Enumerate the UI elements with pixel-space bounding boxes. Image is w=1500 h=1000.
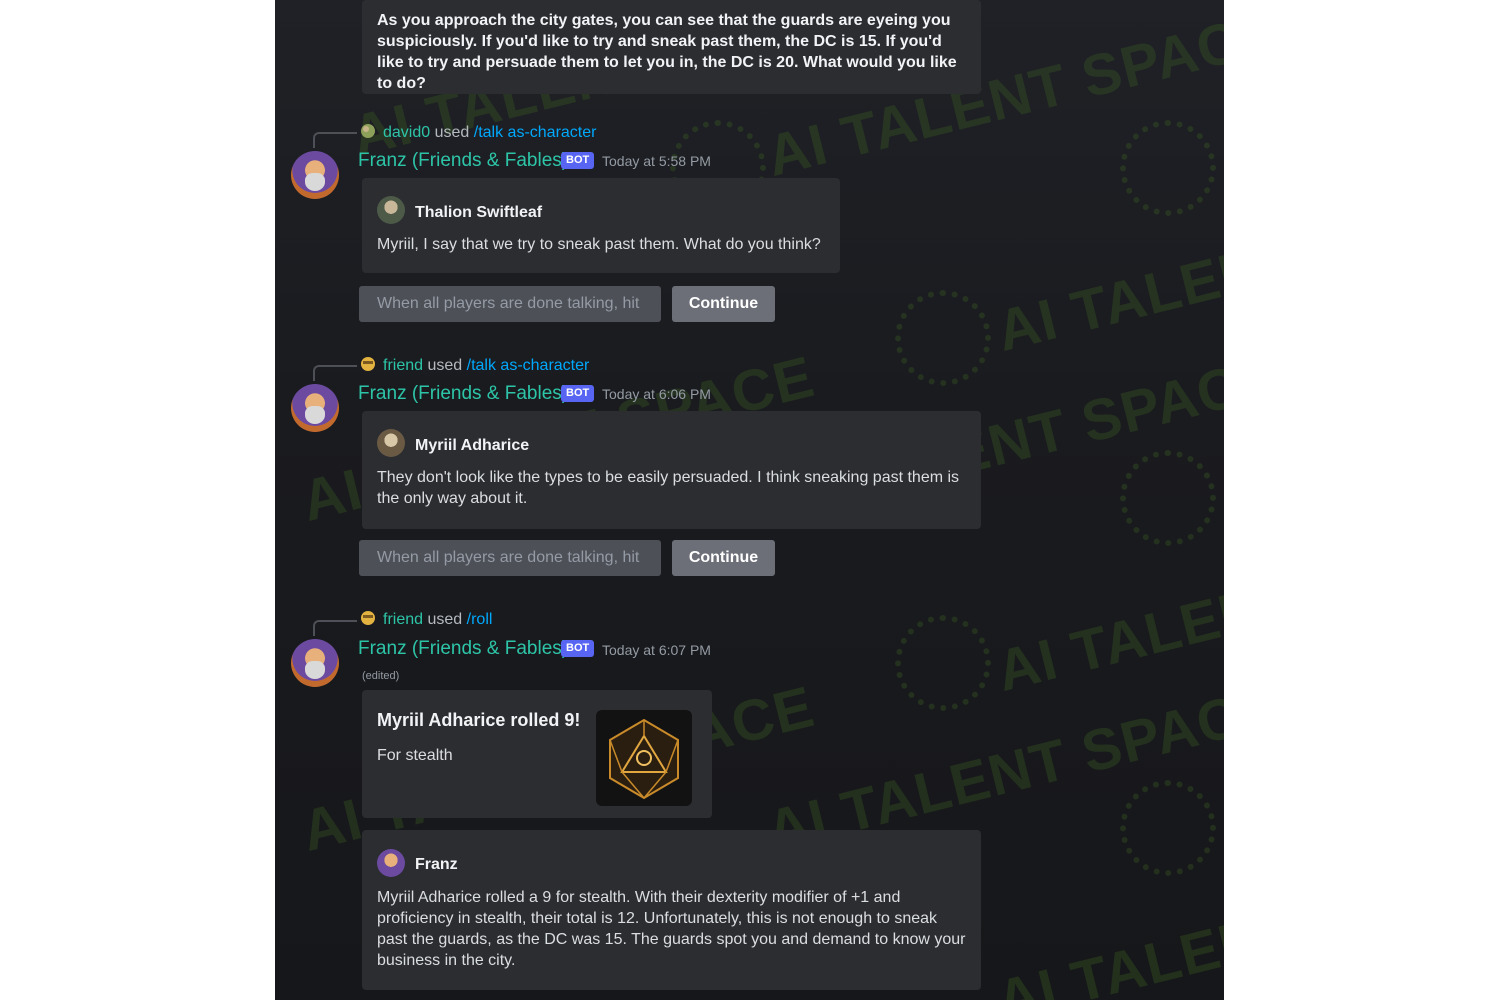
reply-connector: [313, 132, 357, 148]
bot-tag: BOT: [561, 152, 595, 169]
character-name: Myriil Adharice: [415, 437, 530, 454]
bot-tag: BOT: [561, 385, 595, 402]
character-message: Myriil, I say that we try to sneak past …: [377, 236, 821, 253]
reply-used: used: [434, 124, 470, 141]
author-name[interactable]: Franz (Friends & Fables): [358, 638, 568, 660]
character-embed: Myriil Adharice They don't look like the…: [362, 411, 981, 529]
reply-command[interactable]: /talk as-character: [467, 357, 590, 374]
reply-context[interactable]: friend used /roll: [359, 610, 492, 629]
bot-tag: BOT: [561, 640, 595, 657]
reply-username[interactable]: friend: [383, 611, 423, 628]
bot-avatar[interactable]: [291, 384, 339, 432]
continue-hint: When all players are done talking, hit: [359, 540, 661, 576]
reply-used: used: [427, 357, 463, 374]
character-avatar: [377, 429, 405, 457]
user-avatar-icon: [359, 123, 377, 139]
edited-label: (edited): [362, 670, 400, 682]
watermark-text: AI TALENT SPACE: [990, 174, 1224, 365]
roll-description: For stealth: [377, 747, 453, 764]
character-avatar: [377, 196, 405, 224]
d20-dice-icon[interactable]: [596, 710, 692, 806]
character-embed: Thalion Swiftleaf Myriil, I say that we …: [362, 178, 840, 273]
emoji-face-icon: [359, 356, 377, 372]
bot-avatar[interactable]: [291, 151, 339, 199]
watermark-logo-icon: [895, 615, 991, 711]
timestamp: Today at 6:06 PM: [602, 386, 711, 402]
character-name: Thalion Swiftleaf: [415, 204, 543, 221]
intro-embed: As you approach the city gates, you can …: [362, 0, 981, 94]
reply-connector: [313, 365, 357, 381]
roll-embed: Myriil Adharice rolled 9! For stealth: [362, 690, 712, 818]
watermark-logo-icon: [895, 290, 991, 386]
timestamp: Today at 5:58 PM: [602, 153, 711, 169]
watermark-text: AI TALENT SPACE: [990, 514, 1224, 705]
narrator-message: Myriil Adharice rolled a 9 for stealth. …: [377, 889, 966, 969]
character-message: They don't look like the types to be eas…: [377, 469, 960, 507]
reply-username[interactable]: friend: [383, 357, 423, 374]
emoji-face-icon: [359, 610, 377, 626]
reply-username[interactable]: david0: [383, 124, 430, 141]
watermark-text: AI TALENT SPACE: [990, 844, 1224, 1000]
continue-hint: When all players are done talking, hit: [359, 286, 661, 322]
narrator-embed: Franz Myriil Adharice rolled a 9 for ste…: [362, 830, 981, 990]
narrator-avatar: [377, 849, 405, 877]
continue-button[interactable]: Continue: [672, 286, 775, 322]
author-name[interactable]: Franz (Friends & Fables): [358, 150, 568, 172]
author-name[interactable]: Franz (Friends & Fables): [358, 383, 568, 405]
watermark-logo-icon: [1120, 780, 1216, 876]
watermark-logo-icon: [1120, 450, 1216, 546]
intro-text: As you approach the city gates, you can …: [377, 12, 957, 92]
bot-avatar[interactable]: [291, 639, 339, 687]
reply-context[interactable]: david0 used /talk as-character: [359, 123, 596, 142]
reply-connector: [313, 620, 357, 636]
watermark-logo-icon: [1120, 120, 1216, 216]
timestamp: Today at 6:07 PM: [602, 642, 711, 658]
narrator-name: Franz: [415, 856, 458, 873]
reply-command[interactable]: /roll: [467, 611, 493, 628]
chat-panel: AI TALENT SPACE AI TALENT SPACE AI TALEN…: [275, 0, 1224, 1000]
roll-title: Myriil Adharice rolled 9!: [377, 710, 581, 730]
reply-used: used: [427, 611, 463, 628]
reply-command[interactable]: /talk as-character: [474, 124, 597, 141]
continue-button[interactable]: Continue: [672, 540, 775, 576]
reply-context[interactable]: friend used /talk as-character: [359, 356, 589, 375]
